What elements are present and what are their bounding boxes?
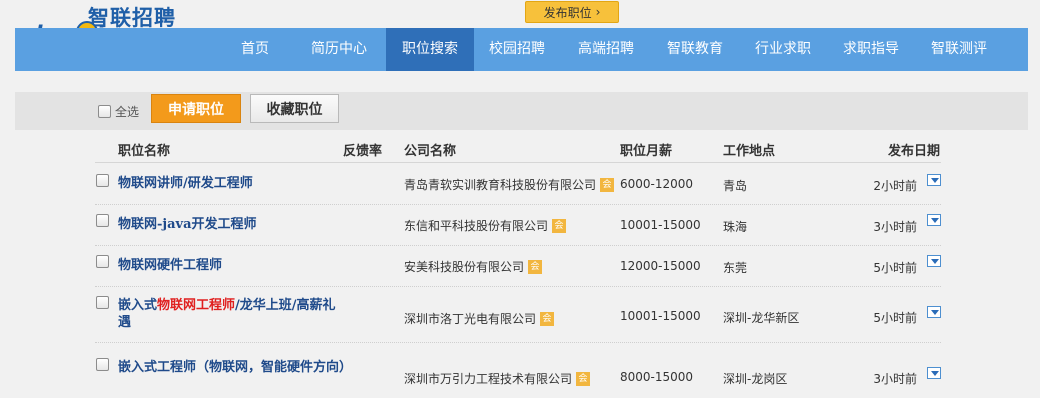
member-badge-icon: 会 — [528, 259, 543, 274]
dropdown-arrow-icon[interactable] — [927, 255, 941, 267]
job-title-text: 物联网讲师/研发工程师 — [118, 176, 253, 191]
member-badge-icon: 会 — [540, 311, 555, 326]
location: 深圳-龙华新区 — [723, 311, 800, 325]
salary: 8000-15000 — [620, 370, 694, 384]
post-job-button[interactable]: 发布职位 › — [525, 1, 619, 23]
table-row: 物联网硬件工程师 安美科技股份有限公司会 12000-15000 东莞 5小时前 — [95, 246, 941, 287]
col-feedback: 反馈率 — [343, 144, 383, 159]
location: 珠海 — [723, 220, 748, 234]
row-checkbox[interactable] — [96, 296, 109, 309]
job-title-link[interactable]: 嵌入式物联网工程师/龙华上班/高薪礼遇 — [118, 297, 348, 331]
job-title-text: 物联网-java开发工程师 — [118, 217, 257, 232]
company-link[interactable]: 安美科技股份有限公司会 — [404, 258, 543, 275]
company-name: 深圳市万引力工程技术有限公司 — [404, 372, 573, 386]
job-title-text: 嵌入式工程师（物联网，智能硬件方向） — [118, 360, 353, 375]
col-company: 公司名称 — [404, 144, 457, 159]
favorite-job-button[interactable]: 收藏职位 — [250, 94, 339, 123]
publish-date: 5小时前 — [873, 311, 917, 325]
job-title-link[interactable]: 物联网讲师/研发工程师 — [118, 175, 348, 192]
nav-item-job-search[interactable]: 职位搜索 — [386, 28, 474, 71]
dropdown-arrow-icon[interactable] — [927, 174, 941, 186]
company-link[interactable]: 深圳市万引力工程技术有限公司会 — [404, 370, 591, 387]
nav-item-guide[interactable]: 求职指导 — [828, 28, 914, 71]
row-checkbox[interactable] — [96, 214, 109, 227]
table-row: 物联网讲师/研发工程师 青岛青软实训教育科技股份有限公司会 6000-12000… — [95, 164, 941, 205]
row-checkbox[interactable] — [96, 358, 109, 371]
job-search-page: 智联招聘 zhapin.com 发布职位 › 首页 简历中心 职位搜索 校园招聘… — [0, 0, 1040, 398]
nav-item-campus[interactable]: 校园招聘 — [474, 28, 560, 71]
chevron-right-icon: › — [595, 5, 601, 19]
nav-item-home[interactable]: 首页 — [223, 28, 287, 71]
table-row: 嵌入式物联网工程师/龙华上班/高薪礼遇 深圳市洛丁光电有限公司会 10001-1… — [95, 287, 941, 343]
company-name: 深圳市洛丁光电有限公司 — [404, 312, 537, 326]
select-all-label: 全选 — [115, 105, 140, 119]
table-row: 嵌入式工程师（物联网，智能硬件方向） 深圳市万引力工程技术有限公司会 8000-… — [95, 350, 941, 398]
location: 青岛 — [723, 179, 748, 193]
action-toolbar: 全选 申请职位 收藏职位 — [15, 92, 1028, 130]
table-header: 职位名称 反馈率 公司名称 职位月薪 工作地点 发布日期 — [95, 136, 941, 163]
job-title-highlight: 物联网工程师 — [157, 298, 236, 313]
main-nav: 首页 简历中心 职位搜索 校园招聘 高端招聘 智联教育 行业求职 求职指导 智联… — [15, 28, 1028, 71]
location: 东莞 — [723, 261, 748, 275]
job-title-link[interactable]: 物联网硬件工程师 — [118, 257, 348, 274]
job-title-link[interactable]: 物联网-java开发工程师 — [118, 216, 348, 233]
select-all-checkbox[interactable] — [98, 105, 111, 118]
salary: 12000-15000 — [620, 259, 701, 273]
member-badge-icon: 会 — [552, 218, 567, 233]
company-link[interactable]: 东信和平科技股份有限公司会 — [404, 217, 567, 234]
dropdown-arrow-icon[interactable] — [927, 214, 941, 226]
company-name: 青岛青软实训教育科技股份有限公司 — [404, 178, 597, 192]
row-checkbox[interactable] — [96, 255, 109, 268]
company-link[interactable]: 青岛青软实训教育科技股份有限公司会 — [404, 176, 615, 193]
apply-job-button[interactable]: 申请职位 — [151, 94, 241, 123]
dropdown-arrow-icon[interactable] — [927, 367, 941, 379]
nav-item-education[interactable]: 智联教育 — [652, 28, 738, 71]
select-all[interactable]: 全选 — [98, 103, 139, 120]
salary: 10001-15000 — [620, 218, 701, 232]
company-name: 安美科技股份有限公司 — [404, 260, 525, 274]
publish-date: 3小时前 — [873, 220, 917, 234]
salary: 10001-15000 — [620, 309, 701, 323]
nav-item-industry[interactable]: 行业求职 — [740, 28, 826, 71]
publish-date: 2小时前 — [873, 179, 917, 193]
col-salary: 职位月薪 — [620, 144, 673, 159]
job-title-link[interactable]: 嵌入式工程师（物联网，智能硬件方向） — [118, 359, 352, 376]
nav-item-high-end[interactable]: 高端招聘 — [564, 28, 648, 71]
nav-item-resume-center[interactable]: 简历中心 — [299, 28, 379, 71]
dropdown-arrow-icon[interactable] — [927, 306, 941, 318]
publish-date: 3小时前 — [873, 372, 917, 386]
publish-date: 5小时前 — [873, 261, 917, 275]
row-checkbox[interactable] — [96, 174, 109, 187]
location: 深圳-龙岗区 — [723, 372, 788, 386]
nav-item-assessment[interactable]: 智联测评 — [916, 28, 1002, 71]
job-title-text: 嵌入式 — [118, 298, 158, 313]
company-link[interactable]: 深圳市洛丁光电有限公司会 — [404, 310, 555, 327]
member-badge-icon: 会 — [576, 371, 591, 386]
company-name: 东信和平科技股份有限公司 — [404, 219, 549, 233]
member-badge-icon: 会 — [600, 177, 615, 192]
job-title-text: 物联网硬件工程师 — [118, 258, 223, 273]
salary: 6000-12000 — [620, 177, 694, 191]
post-job-label: 发布职位 — [543, 5, 592, 20]
col-title: 职位名称 — [118, 144, 171, 159]
col-location: 工作地点 — [723, 144, 776, 159]
col-date: 发布日期 — [888, 144, 941, 159]
table-row: 物联网-java开发工程师 东信和平科技股份有限公司会 10001-15000 … — [95, 205, 941, 246]
